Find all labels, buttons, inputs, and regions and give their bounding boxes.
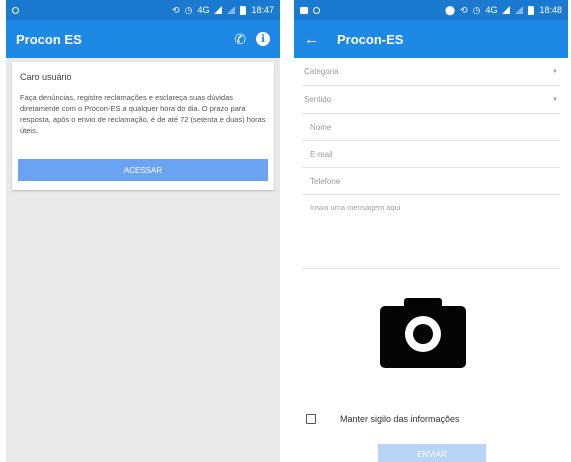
info-icon[interactable]: i <box>256 32 270 46</box>
welcome-card: Caro usuário Faça denúncias, registre re… <box>12 62 274 190</box>
network-type: 4G <box>485 4 498 15</box>
complaint-form: Categoria ▼ Sentido ▼ Nome E-mail Telefo… <box>294 58 568 269</box>
notification-icon <box>12 6 19 14</box>
notification-icon <box>313 6 320 14</box>
app-title: Procon-ES <box>337 31 404 47</box>
category-placeholder: Categoria <box>304 67 339 76</box>
phone-input[interactable]: Telefone <box>302 168 560 195</box>
card-text: Faça denúncias, registre reclamações e e… <box>20 93 266 135</box>
card-title: Caro usuário <box>20 72 72 82</box>
category-select[interactable]: Categoria ▼ <box>302 58 560 86</box>
wifi-signal-icon <box>515 6 524 14</box>
email-input[interactable]: E-mail <box>302 141 560 168</box>
alarm-icon: ◷ <box>184 4 193 15</box>
access-button[interactable]: ACESSAR <box>18 159 268 181</box>
network-type: 4G <box>197 4 210 15</box>
app-title: Procon ES <box>16 31 82 47</box>
dropdown-arrow-icon: ▼ <box>552 68 558 75</box>
privacy-checkbox[interactable] <box>306 414 316 424</box>
left-screen: ⟲ ◷ 4G 18:47 Procon ES ✆ i Caro usuário … <box>6 0 280 462</box>
sync-icon: ⟲ <box>172 4 180 15</box>
location-icon: ⬤ <box>444 4 456 15</box>
status-bar: ⟲ ◷ 4G 18:47 <box>6 0 280 20</box>
message-textarea[interactable]: Insira uma mensagem aqui <box>302 195 560 269</box>
send-button[interactable]: ENVIAR <box>378 444 486 462</box>
name-placeholder: Nome <box>310 122 332 132</box>
status-bar: ⬤ ⟲ ◷ 4G 18:48 <box>294 0 568 20</box>
app-bar: ← Procon-ES <box>294 20 568 58</box>
battery-icon <box>528 5 535 15</box>
phone-placeholder: Telefone <box>310 176 341 186</box>
privacy-option[interactable]: Manter sigilo das informações <box>306 414 460 424</box>
app-bar: Procon ES ✆ i <box>6 20 280 58</box>
back-arrow-icon[interactable]: ← <box>304 32 319 47</box>
sync-icon: ⟲ <box>460 4 468 15</box>
alarm-icon: ◷ <box>472 4 481 15</box>
message-placeholder: Insira uma mensagem aqui <box>310 203 401 212</box>
phone-icon[interactable]: ✆ <box>234 32 246 46</box>
direction-placeholder: Sentido <box>304 95 332 104</box>
battery-icon <box>240 5 247 15</box>
direction-select[interactable]: Sentido ▼ <box>302 86 560 114</box>
status-time: 18:48 <box>539 5 562 15</box>
camera-icon[interactable] <box>380 298 466 368</box>
wifi-signal-icon <box>227 6 236 14</box>
privacy-checkbox-label: Manter sigilo das informações <box>340 414 460 424</box>
signal-icon <box>502 6 511 14</box>
signal-icon <box>214 6 223 14</box>
email-placeholder: E-mail <box>310 149 333 159</box>
name-input[interactable]: Nome <box>302 114 560 141</box>
status-time: 18:47 <box>251 5 274 15</box>
message-notification-icon <box>300 6 308 14</box>
right-screen: ⬤ ⟲ ◷ 4G 18:48 ← Procon-ES Categoria ▼ S… <box>294 0 568 462</box>
dropdown-arrow-icon: ▼ <box>552 96 558 103</box>
